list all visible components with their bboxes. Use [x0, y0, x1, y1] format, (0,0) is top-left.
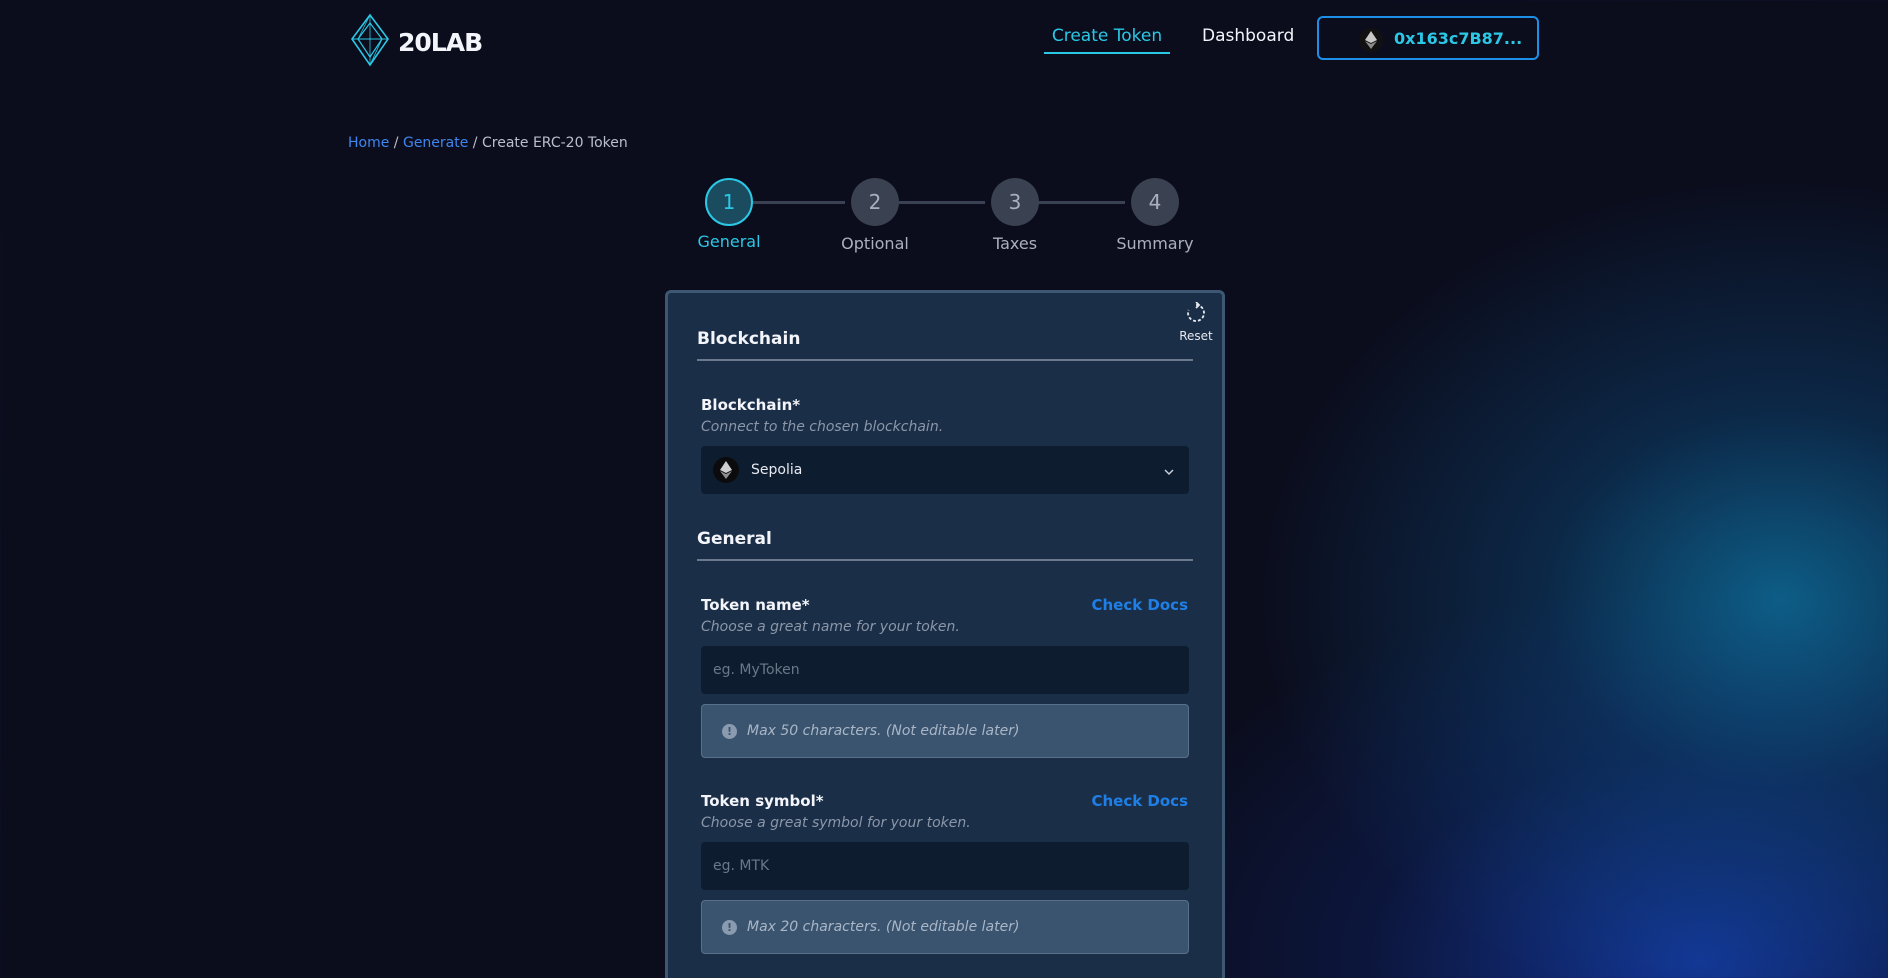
step-1-circle[interactable]: 1	[705, 178, 753, 226]
blockchain-label: Blockchain*	[701, 396, 801, 414]
token-name-docs-link[interactable]: Check Docs	[1091, 596, 1188, 614]
step-2-label: Optional	[841, 234, 909, 253]
reset-icon	[1185, 301, 1207, 328]
token-name-hint: Choose a great name for your token.	[701, 619, 960, 635]
breadcrumb-current: Create ERC-20 Token	[481, 135, 628, 151]
token-symbol-docs-link[interactable]: Check Docs	[1091, 792, 1188, 810]
logo-text: 20LAB	[398, 27, 483, 57]
step-3-label: Taxes	[992, 234, 1038, 253]
section-title-general: General	[697, 529, 772, 549]
reset-label: Reset	[1179, 329, 1213, 343]
nav-create-token[interactable]: Create Token	[1044, 26, 1170, 54]
step-2-circle[interactable]: 2	[851, 178, 899, 226]
breadcrumb: Home / Generate / Create ERC-20 Token	[348, 135, 628, 151]
ethereum-icon	[713, 457, 739, 483]
token-name-label: Token name*	[701, 596, 810, 614]
token-name-note-text: Max 50 characters. (Not editable later)	[747, 723, 1020, 739]
reset-button[interactable]: Reset	[1175, 301, 1217, 343]
section-divider	[697, 559, 1193, 561]
step-connector	[1033, 201, 1125, 204]
breadcrumb-generate[interactable]: Generate	[403, 135, 468, 151]
wallet-address: 0x163c7B87...	[1394, 28, 1523, 48]
exclamation-icon: !	[722, 919, 737, 935]
step-4-circle[interactable]: 4	[1131, 178, 1179, 226]
token-name-input[interactable]	[701, 646, 1189, 694]
token-symbol-hint: Choose a great symbol for your token.	[701, 815, 971, 831]
token-symbol-note-text: Max 20 characters. (Not editable later)	[747, 919, 1020, 935]
breadcrumb-home[interactable]: Home	[348, 135, 389, 151]
section-title-blockchain: Blockchain	[697, 329, 801, 349]
nav-dashboard[interactable]: Dashboard	[1202, 26, 1294, 46]
logo[interactable]: 20LAB	[348, 13, 483, 71]
step-3-circle[interactable]: 3	[991, 178, 1039, 226]
token-symbol-note: ! Max 20 characters. (Not editable later…	[701, 900, 1189, 954]
top-header: 20LAB Create Token Dashboard 0x163c7B87.…	[0, 0, 1888, 80]
wallet-button[interactable]: 0x163c7B87...	[1317, 16, 1539, 60]
ethereum-icon	[1359, 28, 1383, 52]
blockchain-select[interactable]: Sepolia	[701, 446, 1189, 494]
chevron-down-icon	[1163, 463, 1175, 482]
token-name-note: ! Max 50 characters. (Not editable later…	[701, 704, 1189, 758]
breadcrumb-separator: /	[389, 135, 403, 151]
step-connector	[753, 201, 845, 204]
exclamation-icon: !	[722, 723, 737, 739]
blockchain-hint: Connect to the chosen blockchain.	[701, 419, 944, 435]
step-4-label: Summary	[1116, 234, 1194, 253]
stepper: 1 2 3 4 General Optional Taxes Summary	[697, 178, 1195, 258]
step-connector	[893, 201, 985, 204]
logo-diamond-icon	[348, 13, 392, 71]
token-symbol-input[interactable]	[701, 842, 1189, 890]
breadcrumb-separator: /	[468, 135, 482, 151]
blockchain-selected-value: Sepolia	[751, 462, 803, 478]
step-1-label: General	[697, 232, 761, 251]
section-divider	[697, 359, 1193, 361]
token-symbol-label: Token symbol*	[701, 792, 824, 810]
